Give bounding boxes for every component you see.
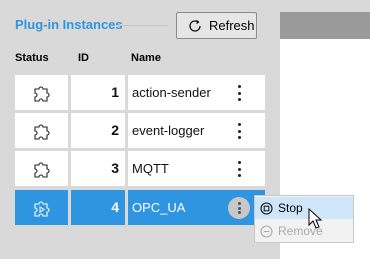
panel-title: Plug-in Instances [15, 17, 123, 32]
name-label: OPC_UA [132, 200, 186, 215]
refresh-button[interactable]: Refresh [176, 12, 257, 39]
status-cell [15, 113, 68, 148]
status-cell [15, 75, 68, 110]
more-options-icon[interactable] [231, 159, 247, 179]
column-header-name[interactable]: Name [131, 52, 161, 64]
name-cell: MQTT [128, 151, 265, 186]
puzzle-icon [33, 161, 50, 178]
id-cell: 3 [71, 151, 125, 186]
mouse-cursor-icon [308, 208, 323, 229]
menu-item-stop[interactable]: Stop [255, 197, 353, 219]
refresh-label: Refresh [209, 18, 255, 33]
menu-item-remove: Remove [255, 220, 353, 242]
title-divider [116, 25, 168, 26]
column-header-id[interactable]: ID [78, 52, 89, 64]
more-options-icon[interactable] [228, 197, 250, 219]
remove-icon [260, 224, 273, 238]
name-label: event-logger [132, 123, 205, 138]
column-header-status[interactable]: Status [15, 52, 49, 64]
id-cell: 2 [71, 113, 125, 148]
id-cell: 1 [71, 75, 125, 110]
more-options-icon[interactable] [231, 121, 247, 141]
name-cell: action-sender [128, 75, 265, 110]
table-row-selected[interactable]: 4 OPC_UA [15, 190, 265, 225]
puzzle-running-icon [33, 200, 50, 217]
status-cell [15, 190, 68, 225]
puzzle-icon [33, 85, 50, 102]
name-label: MQTT [132, 161, 169, 176]
detail-pane-header [280, 12, 370, 39]
table-row[interactable]: 3 MQTT [15, 151, 265, 186]
status-cell [15, 151, 68, 186]
name-cell: OPC_UA [128, 190, 265, 225]
table-row[interactable]: 2 event-logger [15, 113, 265, 148]
id-cell: 4 [71, 190, 125, 225]
context-menu: Stop Remove [254, 195, 354, 243]
stop-icon [260, 201, 273, 215]
name-label: action-sender [132, 85, 211, 100]
more-options-icon[interactable] [231, 83, 247, 103]
name-cell: event-logger [128, 113, 265, 148]
menu-item-label: Stop [278, 201, 303, 215]
refresh-icon [189, 19, 201, 32]
puzzle-icon [33, 123, 50, 140]
table-row[interactable]: 1 action-sender [15, 75, 265, 110]
